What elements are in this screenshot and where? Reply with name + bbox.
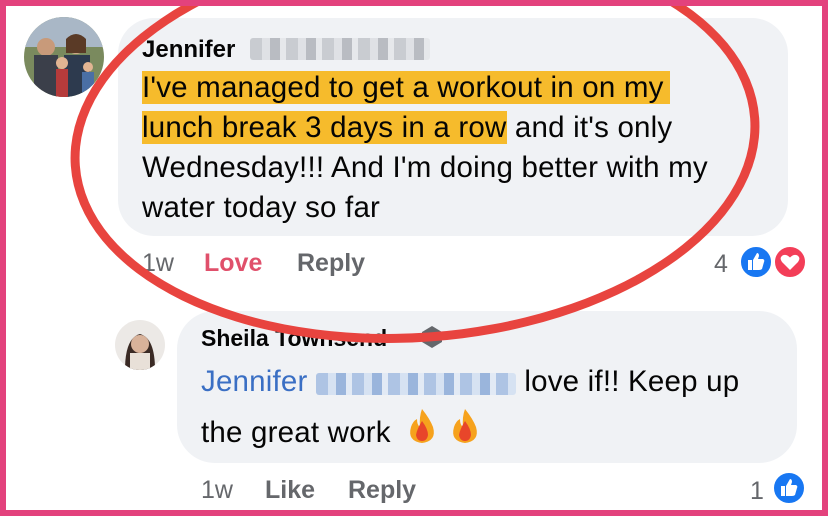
avatar-replier[interactable] [115, 320, 165, 370]
reply-timestamp[interactable]: 1w [201, 476, 233, 505]
like-icon [739, 245, 773, 279]
reply-button[interactable]: Reply [297, 249, 365, 278]
comment-author-name[interactable]: Jennifer [142, 36, 235, 64]
reply-text-line: the great work [201, 415, 391, 449]
love-icon [773, 245, 807, 279]
love-reaction-button[interactable]: Love [204, 249, 262, 278]
highlighted-text: I've managed to get a workout in on my [142, 71, 670, 104]
top-fan-badge-icon [422, 326, 442, 348]
reaction-count[interactable]: 4 [714, 250, 728, 279]
comment-text-line: Wednesday!!! And I'm doing better with m… [142, 151, 708, 184]
reply-text-segment: love if!! Keep up [515, 365, 740, 398]
fire-emoji [405, 407, 439, 461]
mention-link[interactable]: Jennifer [201, 365, 308, 398]
comment-timestamp[interactable]: 1w [142, 249, 174, 278]
like-icon [772, 471, 806, 505]
like-button[interactable]: Like [265, 476, 315, 505]
reply-reaction-count[interactable]: 1 [750, 477, 764, 506]
comment-text-line: water today so far [142, 191, 381, 224]
comment-text: I've managed to get a workout in on my l… [142, 68, 782, 228]
avatar-commenter[interactable] [24, 17, 104, 97]
blurred-surname [250, 38, 430, 60]
blurred-surname [315, 373, 516, 395]
highlighted-text: lunch break 3 days in a row [142, 111, 507, 144]
comment-text-segment: and it's only [506, 111, 673, 144]
reply-text: Jennifer love if!! Keep up the great wor… [201, 357, 791, 461]
fire-emoji [448, 407, 482, 461]
reply-author-name[interactable]: Sheila Townsend [201, 325, 387, 352]
reply-to-reply-button[interactable]: Reply [348, 476, 416, 505]
